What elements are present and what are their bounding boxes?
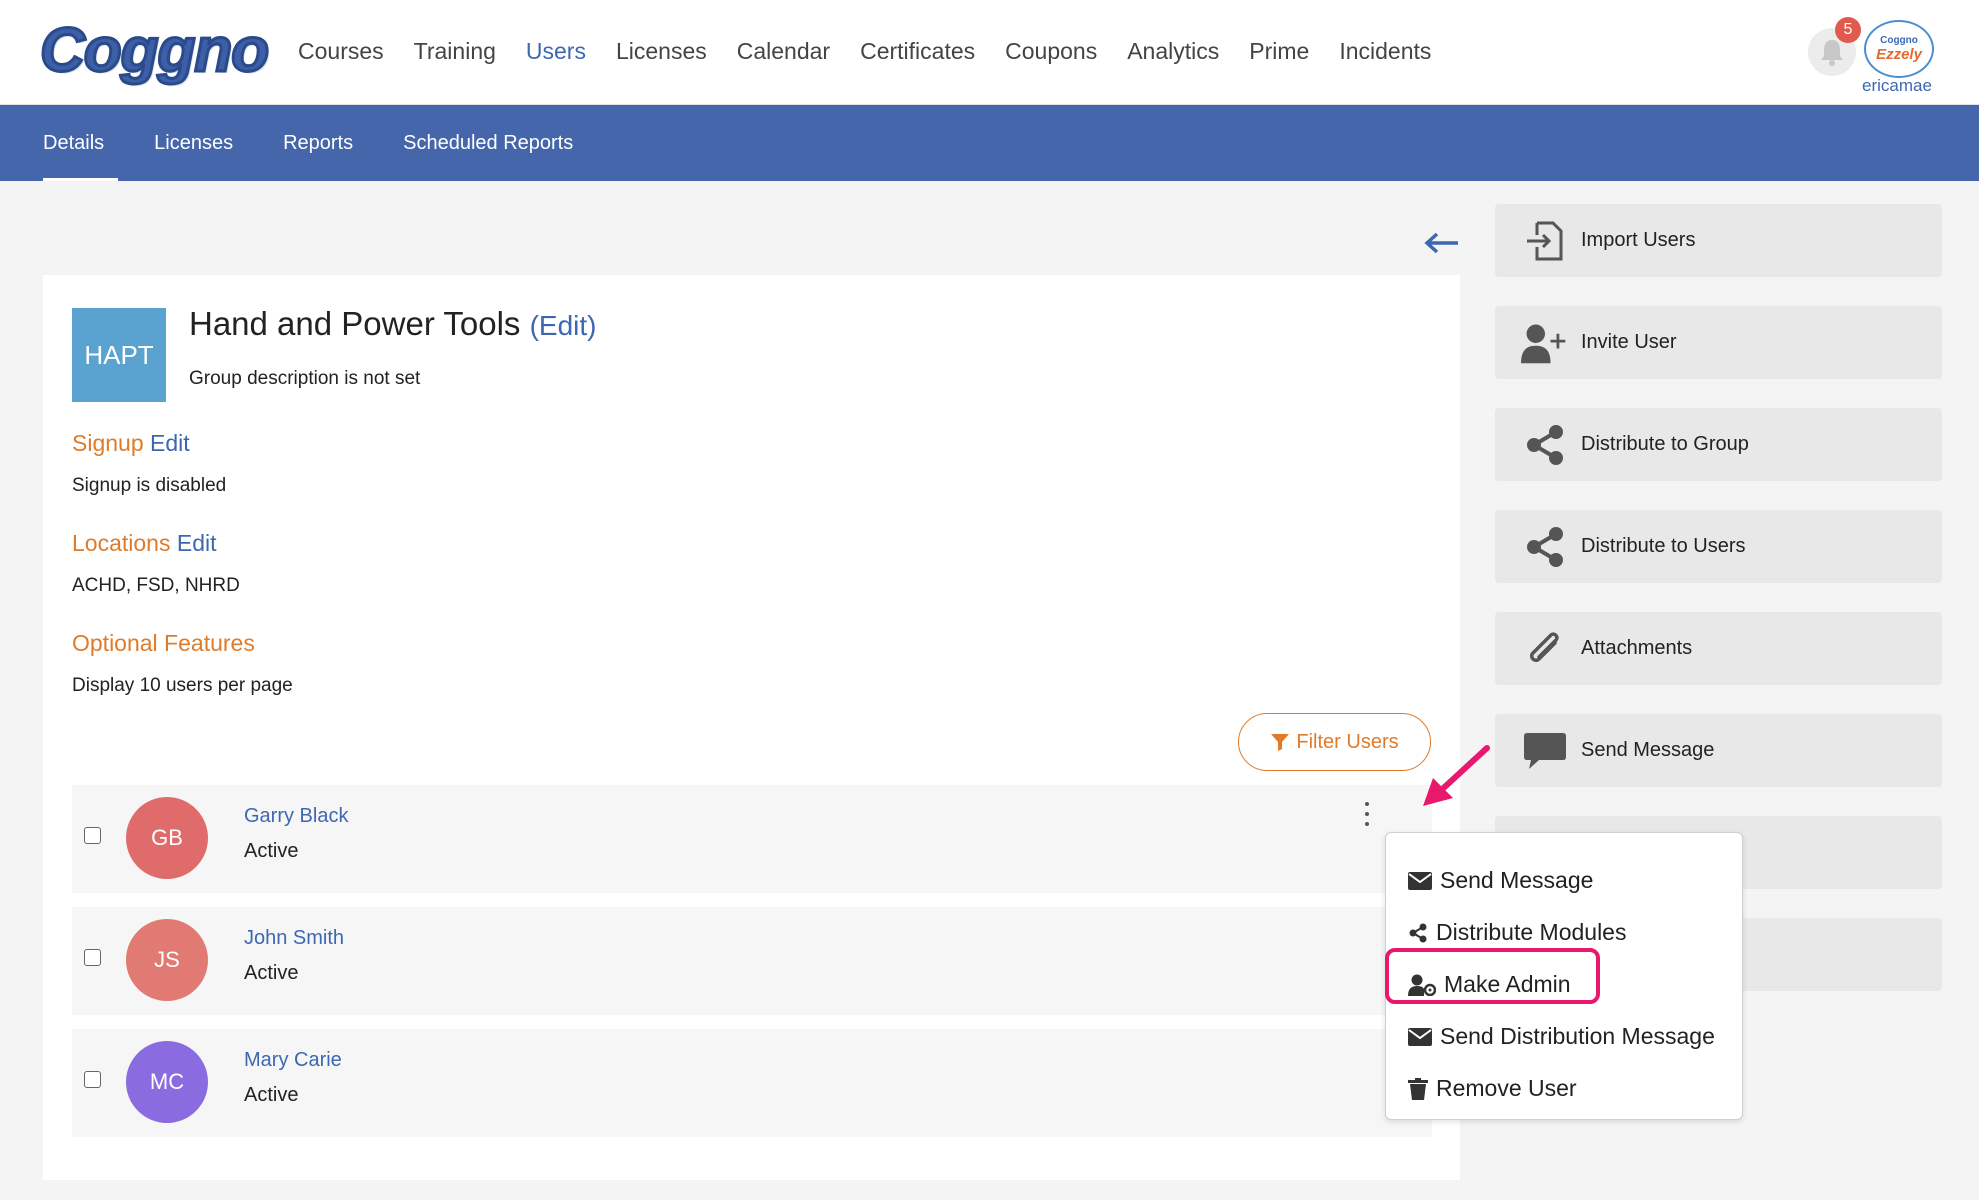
locations-heading: Locations Edit [72, 530, 217, 556]
filter-icon [1271, 734, 1290, 751]
menu-remove-user[interactable]: Remove User [1408, 1075, 1577, 1102]
user-checkbox[interactable] [84, 1071, 101, 1088]
nav-incidents[interactable]: Incidents [1339, 38, 1431, 65]
optional-features-value: Display 10 users per page [72, 675, 293, 696]
user-options-kebab-icon[interactable] [1360, 802, 1374, 826]
speech-bubble-icon [1521, 731, 1569, 771]
user-avatar[interactable]: Coggno Ezzely [1864, 20, 1934, 78]
user-checkbox[interactable] [84, 827, 101, 844]
nav-users[interactable]: Users [526, 38, 586, 65]
user-name-link[interactable]: John Smith [244, 927, 344, 950]
nav-coupons[interactable]: Coupons [1005, 38, 1097, 65]
import-icon [1521, 221, 1569, 261]
filter-users-button[interactable]: Filter Users [1238, 713, 1431, 771]
nav-calendar[interactable]: Calendar [737, 38, 830, 65]
locations-value: ACHD, FSD, NHRD [72, 575, 240, 596]
user-status: Active [244, 1084, 299, 1106]
user-name-link[interactable]: Garry Black [244, 805, 348, 828]
coggno-logo[interactable]: Coggno [38, 14, 270, 86]
user-row[interactable]: JS John Smith Active [72, 907, 1432, 1015]
menu-send-message[interactable]: Send Message [1408, 867, 1593, 894]
menu-distribute-modules[interactable]: Distribute Modules [1408, 919, 1626, 946]
nav-training[interactable]: Training [414, 38, 496, 65]
signup-heading: Signup Edit [72, 430, 190, 456]
signup-status: Signup is disabled [72, 475, 227, 496]
trash-icon [1408, 1077, 1428, 1100]
user-name-link[interactable]: Mary Carie [244, 1049, 342, 1072]
user-avatar-initials: GB [126, 797, 208, 879]
invite-user-button[interactable]: Invite User [1495, 306, 1942, 379]
top-navbar: Coggno Courses Training Users Licenses C… [0, 0, 1979, 105]
make-admin-highlight [1385, 948, 1600, 1004]
notification-badge: 5 [1835, 17, 1861, 43]
send-message-button[interactable]: Send Message [1495, 714, 1942, 787]
user-status: Active [244, 962, 299, 984]
distribute-to-group-button[interactable]: Distribute to Group [1495, 408, 1942, 481]
share-icon [1521, 526, 1569, 567]
paperclip-icon [1521, 629, 1569, 669]
group-details-card: HAPT Hand and Power Tools (Edit) Group d… [43, 275, 1460, 1180]
nav-licenses[interactable]: Licenses [616, 38, 707, 65]
group-icon: HAPT [72, 308, 166, 402]
envelope-icon [1408, 1027, 1432, 1046]
share-icon [1521, 424, 1569, 465]
nav-prime[interactable]: Prime [1249, 38, 1309, 65]
tab-reports[interactable]: Reports [283, 132, 353, 155]
pointer-arrow-icon [1423, 745, 1490, 806]
menu-send-distribution-message[interactable]: Send Distribution Message [1408, 1023, 1715, 1050]
envelope-icon [1408, 871, 1432, 890]
user-row[interactable]: GB Garry Black Active [72, 785, 1432, 893]
user-avatar-initials: JS [126, 919, 208, 1001]
tab-details[interactable]: Details [43, 132, 119, 181]
group-title: Hand and Power Tools (Edit) [189, 305, 597, 342]
user-checkbox[interactable] [84, 949, 101, 966]
import-users-button[interactable]: Import Users [1495, 204, 1942, 277]
share-icon [1409, 923, 1427, 942]
nav-courses[interactable]: Courses [298, 38, 384, 65]
user-avatar-initials: MC [126, 1041, 208, 1123]
tab-licenses[interactable]: Licenses [154, 132, 233, 155]
add-user-icon [1521, 321, 1569, 365]
edit-group-link[interactable]: (Edit) [530, 310, 597, 341]
user-status: Active [244, 840, 299, 862]
tab-scheduled-reports[interactable]: Scheduled Reports [403, 132, 573, 155]
signup-edit-link[interactable]: Edit [150, 430, 190, 456]
distribute-to-users-button[interactable]: Distribute to Users [1495, 510, 1942, 583]
nav-analytics[interactable]: Analytics [1127, 38, 1219, 65]
group-description: Group description is not set [189, 368, 421, 389]
user-row[interactable]: MC Mary Carie Active [72, 1029, 1432, 1137]
username-label[interactable]: ericamae [1862, 76, 1932, 96]
main-nav: Courses Training Users Licenses Calendar… [298, 38, 1461, 65]
locations-edit-link[interactable]: Edit [177, 530, 217, 556]
optional-features-heading: Optional Features [72, 630, 255, 656]
sub-navbar: Details Licenses Reports Scheduled Repor… [0, 105, 1979, 181]
attachments-button[interactable]: Attachments [1495, 612, 1942, 685]
back-arrow-icon[interactable] [1424, 224, 1460, 262]
nav-certificates[interactable]: Certificates [860, 38, 975, 65]
